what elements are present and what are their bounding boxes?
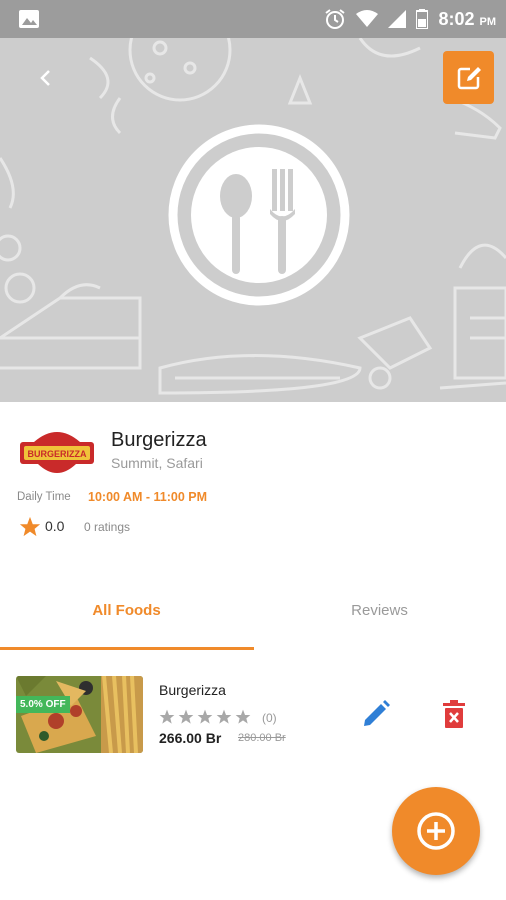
add-circle-icon [417, 812, 455, 850]
tab-indicator [0, 647, 254, 650]
restaurant-cover [0, 38, 506, 402]
food-photo [16, 676, 143, 753]
food-original-price: 280.00 Br [238, 732, 286, 744]
tab-reviews[interactable]: Reviews [253, 580, 506, 640]
edit-food-button[interactable] [358, 696, 394, 732]
star-icon [159, 709, 175, 724]
delete-food-button[interactable] [436, 696, 472, 732]
ratings-count: 0 ratings [84, 520, 131, 534]
add-food-button[interactable] [392, 787, 480, 875]
star-icon [235, 709, 251, 724]
food-review-count: (0) [262, 711, 277, 725]
alarm-icon [325, 9, 346, 29]
discount-badge: 5.0% OFF [16, 696, 70, 713]
status-bar: 8:02 PM [0, 0, 506, 38]
delete-icon [443, 700, 465, 728]
food-price: 266.00 Br [159, 730, 222, 746]
restaurant-name: Burgerizza [111, 429, 207, 451]
edit-restaurant-button[interactable] [443, 51, 494, 104]
chevron-left-icon [40, 70, 50, 86]
tab-all-foods[interactable]: All Foods [0, 580, 253, 640]
rating-value: 0.0 [45, 518, 65, 534]
logo-text: BURGERIZZA [28, 449, 87, 459]
status-time: 8:02 PM [438, 8, 496, 29]
edit-icon [457, 66, 481, 89]
back-button[interactable] [30, 62, 62, 94]
star-icon [178, 709, 194, 724]
signal-icon [388, 10, 407, 28]
battery-icon [416, 9, 429, 29]
food-list-item[interactable]: 5.0% OFF Burgerizza (0) 266.00 Br 280.00… [0, 672, 506, 758]
daily-time-value: 10:00 AM - 11:00 PM [88, 490, 208, 504]
tab-bar: All Foods Reviews [0, 580, 506, 650]
plate-spoon-fork-icon [168, 124, 350, 306]
restaurant-location: Summit, Safari [111, 455, 203, 471]
star-icon [19, 516, 41, 537]
food-image: 5.0% OFF [16, 676, 143, 753]
wifi-icon [356, 10, 379, 27]
food-rating-stars [159, 709, 251, 725]
restaurant-logo: BURGERIZZA [20, 432, 94, 473]
star-icon [216, 709, 232, 724]
pencil-icon [364, 700, 390, 726]
daily-time-label: Daily Time [17, 491, 71, 503]
food-name: Burgerizza [159, 682, 226, 698]
gallery-icon [19, 10, 39, 28]
star-icon [197, 709, 213, 724]
